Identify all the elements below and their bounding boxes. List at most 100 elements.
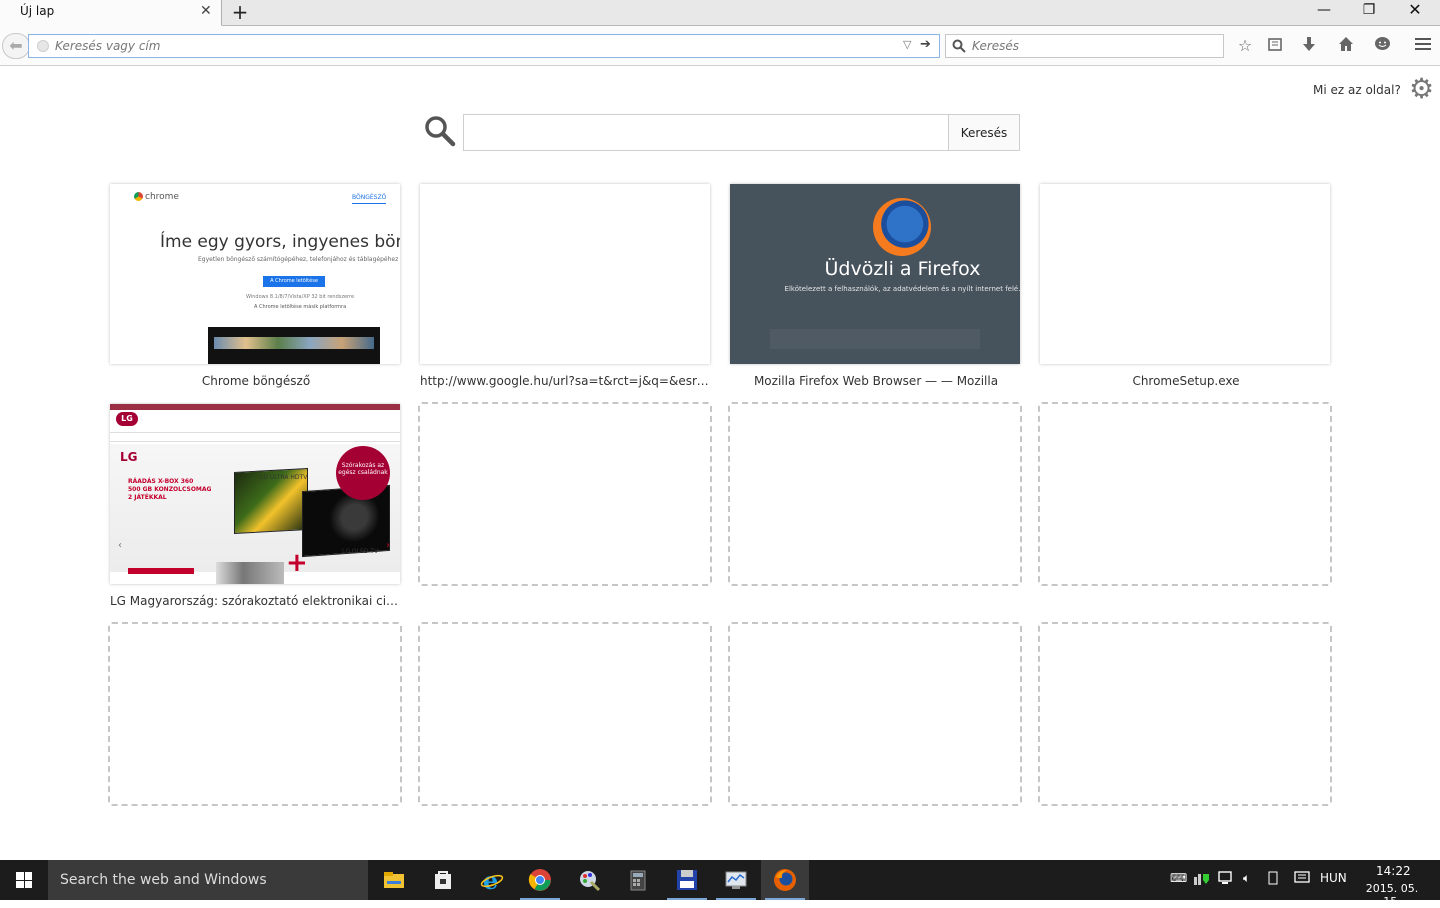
volume-icon[interactable]: 🔈︎ <box>1243 871 1250 886</box>
lg-nav <box>110 432 400 442</box>
chrome-page-tab: BÖNGÉSZŐ <box>352 194 387 204</box>
chrome-logo: chrome <box>134 192 179 202</box>
network-monitor-icon[interactable] <box>712 860 760 900</box>
empty-tile <box>418 402 712 586</box>
tv-label: LG OLED TV <box>342 548 379 555</box>
plus-icon: + <box>286 548 308 578</box>
store-icon[interactable] <box>419 860 467 900</box>
chrome-subline: Egyetlen böngésző számítógépéhez, telefo… <box>198 256 399 263</box>
chrome-headline: Íme egy gyors, ingyenes böngés <box>160 232 400 252</box>
lg-badge: Szórakozás az egész családnak <box>336 446 390 500</box>
windows-logo-icon <box>16 872 32 888</box>
newtab-search-button[interactable]: Keresés <box>948 114 1020 151</box>
taskbar-search-box[interactable]: Search the web and Windows <box>48 860 368 900</box>
home-icon[interactable] <box>1335 36 1357 56</box>
download-icon[interactable] <box>1298 36 1320 56</box>
tile-thumbnail <box>420 184 710 364</box>
magnifier-icon <box>952 39 966 53</box>
tile-thumbnail: Üdvözli a Firefox Elkötelezett a felhasz… <box>730 184 1020 364</box>
lg-logo: LG <box>116 412 138 426</box>
tv-label: LG ULTRA HDTV <box>260 474 308 481</box>
lg-offer-headline: RÁADÁS X-BOX 360 500 GB KONZOLCSOMAG 2 J… <box>128 478 211 502</box>
tile-lg[interactable]: LG LG RÁADÁS X-BOX 360 500 GB KONZOLCSOM… <box>110 404 402 608</box>
battery-icon[interactable] <box>1266 871 1280 888</box>
lg-hero-logo: LG <box>120 450 138 464</box>
chrome-other-platform: A Chrome letöltése másik platformra <box>254 304 347 310</box>
lg-headline-line: 2 JÁTÉKKAL <box>128 494 167 501</box>
keyboard-icon[interactable]: ⌨ <box>1170 871 1187 885</box>
go-arrow-icon[interactable]: ➔ <box>920 37 931 52</box>
star-icon[interactable]: ☆ <box>1234 36 1256 56</box>
tile-thumbnail: chrome BÖNGÉSZŐ Íme egy gyors, ingyenes … <box>110 184 400 364</box>
chevron-left-icon: ‹ <box>118 540 122 551</box>
chrome-platform-note: Windows 8.1/8/7/Vista/XP 32 bit rendszer… <box>246 294 355 300</box>
chrome-icon[interactable] <box>516 860 564 900</box>
tile-thumbnail <box>1040 184 1330 364</box>
language-indicator[interactable]: HUN <box>1320 871 1347 885</box>
taskbar-search-text: Search the web and Windows <box>60 872 267 888</box>
title-bar: Új lap ✕ + — ❐ ✕ <box>0 0 1440 26</box>
empty-tile <box>108 622 402 806</box>
url-placeholder: Keresés vagy cím <box>55 39 161 53</box>
menu-icon[interactable] <box>1412 36 1434 56</box>
chrome-icon <box>134 192 143 201</box>
minimize-button[interactable]: — <box>1301 0 1347 22</box>
tile-title: ChromeSetup.exe <box>1132 374 1240 388</box>
search-magnifier-icon <box>425 116 456 147</box>
empty-tile <box>728 622 1022 806</box>
firefox-logo-icon <box>873 198 931 256</box>
calculator-icon[interactable] <box>614 860 662 900</box>
tab-title: Új lap <box>20 4 55 18</box>
tab-new-tab[interactable]: Új lap ✕ <box>0 0 222 26</box>
tile-thumbnail: LG LG RÁADÁS X-BOX 360 500 GB KONZOLCSOM… <box>110 404 400 584</box>
close-window-button[interactable]: ✕ <box>1392 0 1438 22</box>
paint-icon[interactable] <box>565 860 613 900</box>
tile-google-url[interactable]: http://www.google.hu/url?sa=t&rct=j&q=&e… <box>420 184 712 388</box>
empty-tile <box>1038 622 1332 806</box>
new-tab-button[interactable]: + <box>231 0 249 24</box>
taskbar: Search the web and Windows e ⌨ 🔈︎ HUN 14… <box>0 860 1440 908</box>
floppy-save-icon[interactable] <box>663 860 711 900</box>
chevron-right-icon: › <box>386 540 390 551</box>
start-button[interactable] <box>0 860 48 900</box>
hello-icon[interactable] <box>1371 36 1393 56</box>
tile-chrome[interactable]: chrome BÖNGÉSZŐ Íme egy gyors, ingyenes … <box>110 184 402 388</box>
empty-tile <box>1038 402 1332 586</box>
tile-firefox[interactable]: Üdvözli a Firefox Elkötelezett a felhasz… <box>730 184 1022 388</box>
action-center-icon[interactable] <box>1294 871 1310 888</box>
chrome-download-button: A Chrome letöltése <box>263 276 325 287</box>
firefox-welcome-sub: Elkötelezett a felhasználók, az adatvéde… <box>784 285 1020 293</box>
clock-time[interactable]: 14:22 <box>1376 864 1411 878</box>
site-identity-icon[interactable] <box>37 40 49 52</box>
tile-title: Mozilla Firefox Web Browser — — Mozilla <box>753 374 999 388</box>
empty-tile <box>728 402 1022 586</box>
network-icon[interactable] <box>1218 871 1234 888</box>
arrow-left-icon: ⬅ <box>9 36 23 55</box>
back-button[interactable]: ⬅ <box>2 33 30 59</box>
internet-explorer-icon[interactable]: e <box>468 860 516 900</box>
firefox-icon[interactable] <box>761 860 809 900</box>
url-bar[interactable]: Keresés vagy cím ▽ ➔ <box>28 34 940 58</box>
lg-headline-line: RÁADÁS X-BOX 360 <box>128 478 194 485</box>
nav-bar: ⬅ Keresés vagy cím ▽ ➔ Keresés ☆ <box>0 26 1440 66</box>
tile-title: http://www.google.hu/url?sa=t&rct=j&q=&e… <box>420 374 712 388</box>
firefox-welcome-title: Üdvözli a Firefox <box>824 258 981 280</box>
gear-icon[interactable]: ⚙ <box>1409 72 1434 105</box>
search-bar[interactable]: Keresés <box>945 34 1224 58</box>
chrome-logo-text: chrome <box>145 192 179 202</box>
maximize-button[interactable]: ❐ <box>1346 0 1392 22</box>
reading-list-icon[interactable] <box>1264 36 1286 56</box>
empty-tile <box>418 622 712 806</box>
close-tab-icon[interactable]: ✕ <box>200 3 212 19</box>
clock-date[interactable]: 2015. 05. 15. <box>1360 882 1424 908</box>
what-is-this-link[interactable]: Mi ez az oldal? <box>1313 83 1401 97</box>
file-explorer-icon[interactable] <box>370 860 418 900</box>
defender-icon[interactable] <box>1194 871 1210 888</box>
newtab-search-input[interactable] <box>463 114 949 151</box>
laptop-image <box>208 327 380 364</box>
xbox-image <box>216 562 284 584</box>
tile-title: LG Magyarország: szórakoztató elektronik… <box>110 594 402 608</box>
tile-chromesetup[interactable]: ChromeSetup.exe <box>1040 184 1332 388</box>
tile-title: Chrome böngésző <box>201 374 311 388</box>
history-dropdown-icon[interactable]: ▽ <box>903 38 911 51</box>
